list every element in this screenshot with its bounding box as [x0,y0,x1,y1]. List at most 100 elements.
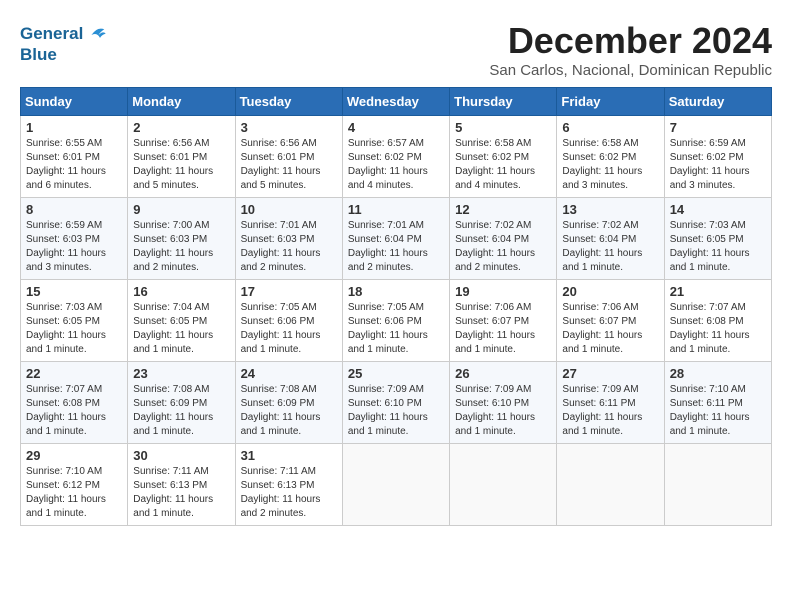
day-info: Sunrise: 7:01 AMSunset: 6:04 PMDaylight:… [348,219,444,275]
calendar-week-row: 22 Sunrise: 7:07 AMSunset: 6:08 PMDaylig… [21,362,772,444]
calendar-day-cell: 8 Sunrise: 6:59 AMSunset: 6:03 PMDayligh… [21,198,128,280]
day-number: 17 [241,284,337,299]
calendar-day-cell: 30 Sunrise: 7:11 AMSunset: 6:13 PMDaylig… [128,444,235,526]
calendar-week-row: 29 Sunrise: 7:10 AMSunset: 6:12 PMDaylig… [21,444,772,526]
day-number: 11 [348,202,444,217]
day-number: 26 [455,366,551,381]
day-number: 6 [562,120,658,135]
calendar-day-cell [342,444,449,526]
calendar-day-cell: 5 Sunrise: 6:58 AMSunset: 6:02 PMDayligh… [450,116,557,198]
calendar-header-wednesday: Wednesday [342,88,449,116]
day-info: Sunrise: 7:11 AMSunset: 6:13 PMDaylight:… [241,465,337,521]
calendar-day-cell: 25 Sunrise: 7:09 AMSunset: 6:10 PMDaylig… [342,362,449,444]
day-number: 9 [133,202,229,217]
calendar-day-cell [450,444,557,526]
calendar-day-cell: 3 Sunrise: 6:56 AMSunset: 6:01 PMDayligh… [235,116,342,198]
calendar-header-sunday: Sunday [21,88,128,116]
day-info: Sunrise: 6:58 AMSunset: 6:02 PMDaylight:… [562,137,658,193]
calendar-week-row: 8 Sunrise: 6:59 AMSunset: 6:03 PMDayligh… [21,198,772,280]
day-info: Sunrise: 7:06 AMSunset: 6:07 PMDaylight:… [455,301,551,357]
calendar-day-cell: 10 Sunrise: 7:01 AMSunset: 6:03 PMDaylig… [235,198,342,280]
calendar-header-friday: Friday [557,88,664,116]
calendar-day-cell: 18 Sunrise: 7:05 AMSunset: 6:06 PMDaylig… [342,280,449,362]
day-info: Sunrise: 6:58 AMSunset: 6:02 PMDaylight:… [455,137,551,193]
day-number: 18 [348,284,444,299]
calendar-day-cell: 31 Sunrise: 7:11 AMSunset: 6:13 PMDaylig… [235,444,342,526]
calendar-day-cell: 16 Sunrise: 7:04 AMSunset: 6:05 PMDaylig… [128,280,235,362]
day-info: Sunrise: 7:08 AMSunset: 6:09 PMDaylight:… [241,383,337,439]
calendar-day-cell: 15 Sunrise: 7:03 AMSunset: 6:05 PMDaylig… [21,280,128,362]
calendar-header-thursday: Thursday [450,88,557,116]
day-number: 10 [241,202,337,217]
calendar-day-cell: 2 Sunrise: 6:56 AMSunset: 6:01 PMDayligh… [128,116,235,198]
day-number: 23 [133,366,229,381]
day-number: 2 [133,120,229,135]
day-number: 7 [670,120,766,135]
calendar-day-cell: 21 Sunrise: 7:07 AMSunset: 6:08 PMDaylig… [664,280,771,362]
calendar-header-row: SundayMondayTuesdayWednesdayThursdayFrid… [21,88,772,116]
calendar-day-cell: 24 Sunrise: 7:08 AMSunset: 6:09 PMDaylig… [235,362,342,444]
calendar-day-cell: 14 Sunrise: 7:03 AMSunset: 6:05 PMDaylig… [664,198,771,280]
day-info: Sunrise: 7:07 AMSunset: 6:08 PMDaylight:… [26,383,122,439]
day-number: 24 [241,366,337,381]
calendar-header-monday: Monday [128,88,235,116]
calendar-day-cell: 11 Sunrise: 7:01 AMSunset: 6:04 PMDaylig… [342,198,449,280]
calendar-day-cell: 13 Sunrise: 7:02 AMSunset: 6:04 PMDaylig… [557,198,664,280]
day-number: 15 [26,284,122,299]
day-number: 20 [562,284,658,299]
day-number: 14 [670,202,766,217]
day-number: 30 [133,448,229,463]
day-number: 19 [455,284,551,299]
day-info: Sunrise: 7:04 AMSunset: 6:05 PMDaylight:… [133,301,229,357]
day-number: 29 [26,448,122,463]
day-info: Sunrise: 7:11 AMSunset: 6:13 PMDaylight:… [133,465,229,521]
logo-bird-icon [84,25,106,45]
day-info: Sunrise: 7:03 AMSunset: 6:05 PMDaylight:… [26,301,122,357]
calendar-day-cell: 29 Sunrise: 7:10 AMSunset: 6:12 PMDaylig… [21,444,128,526]
logo-text: GeneralBlue [20,24,106,64]
day-info: Sunrise: 7:06 AMSunset: 6:07 PMDaylight:… [562,301,658,357]
day-info: Sunrise: 7:01 AMSunset: 6:03 PMDaylight:… [241,219,337,275]
day-number: 31 [241,448,337,463]
day-info: Sunrise: 7:09 AMSunset: 6:10 PMDaylight:… [455,383,551,439]
calendar-day-cell: 28 Sunrise: 7:10 AMSunset: 6:11 PMDaylig… [664,362,771,444]
day-info: Sunrise: 7:03 AMSunset: 6:05 PMDaylight:… [670,219,766,275]
calendar-day-cell: 19 Sunrise: 7:06 AMSunset: 6:07 PMDaylig… [450,280,557,362]
day-info: Sunrise: 7:05 AMSunset: 6:06 PMDaylight:… [348,301,444,357]
day-number: 3 [241,120,337,135]
calendar-day-cell: 7 Sunrise: 6:59 AMSunset: 6:02 PMDayligh… [664,116,771,198]
day-info: Sunrise: 7:10 AMSunset: 6:11 PMDaylight:… [670,383,766,439]
calendar-week-row: 15 Sunrise: 7:03 AMSunset: 6:05 PMDaylig… [21,280,772,362]
location-subtitle: San Carlos, Nacional, Dominican Republic [489,62,772,79]
logo: GeneralBlue [20,24,106,64]
day-number: 28 [670,366,766,381]
calendar-day-cell: 17 Sunrise: 7:05 AMSunset: 6:06 PMDaylig… [235,280,342,362]
day-number: 27 [562,366,658,381]
calendar-day-cell [664,444,771,526]
day-info: Sunrise: 7:02 AMSunset: 6:04 PMDaylight:… [562,219,658,275]
header: GeneralBlue December 2024 San Carlos, Na… [20,20,772,79]
calendar-day-cell: 26 Sunrise: 7:09 AMSunset: 6:10 PMDaylig… [450,362,557,444]
calendar-day-cell: 22 Sunrise: 7:07 AMSunset: 6:08 PMDaylig… [21,362,128,444]
day-number: 4 [348,120,444,135]
day-number: 8 [26,202,122,217]
day-info: Sunrise: 7:09 AMSunset: 6:11 PMDaylight:… [562,383,658,439]
day-info: Sunrise: 7:08 AMSunset: 6:09 PMDaylight:… [133,383,229,439]
day-number: 25 [348,366,444,381]
calendar-day-cell: 4 Sunrise: 6:57 AMSunset: 6:02 PMDayligh… [342,116,449,198]
month-year-title: December 2024 [489,20,772,62]
day-info: Sunrise: 7:10 AMSunset: 6:12 PMDaylight:… [26,465,122,521]
day-info: Sunrise: 6:56 AMSunset: 6:01 PMDaylight:… [133,137,229,193]
day-info: Sunrise: 7:02 AMSunset: 6:04 PMDaylight:… [455,219,551,275]
calendar-day-cell: 27 Sunrise: 7:09 AMSunset: 6:11 PMDaylig… [557,362,664,444]
day-info: Sunrise: 6:59 AMSunset: 6:03 PMDaylight:… [26,219,122,275]
title-section: December 2024 San Carlos, Nacional, Domi… [489,20,772,79]
day-info: Sunrise: 6:55 AMSunset: 6:01 PMDaylight:… [26,137,122,193]
calendar-table: SundayMondayTuesdayWednesdayThursdayFrid… [20,87,772,526]
calendar-day-cell: 20 Sunrise: 7:06 AMSunset: 6:07 PMDaylig… [557,280,664,362]
day-info: Sunrise: 7:00 AMSunset: 6:03 PMDaylight:… [133,219,229,275]
calendar-day-cell [557,444,664,526]
day-number: 21 [670,284,766,299]
calendar-day-cell: 12 Sunrise: 7:02 AMSunset: 6:04 PMDaylig… [450,198,557,280]
calendar-day-cell: 6 Sunrise: 6:58 AMSunset: 6:02 PMDayligh… [557,116,664,198]
